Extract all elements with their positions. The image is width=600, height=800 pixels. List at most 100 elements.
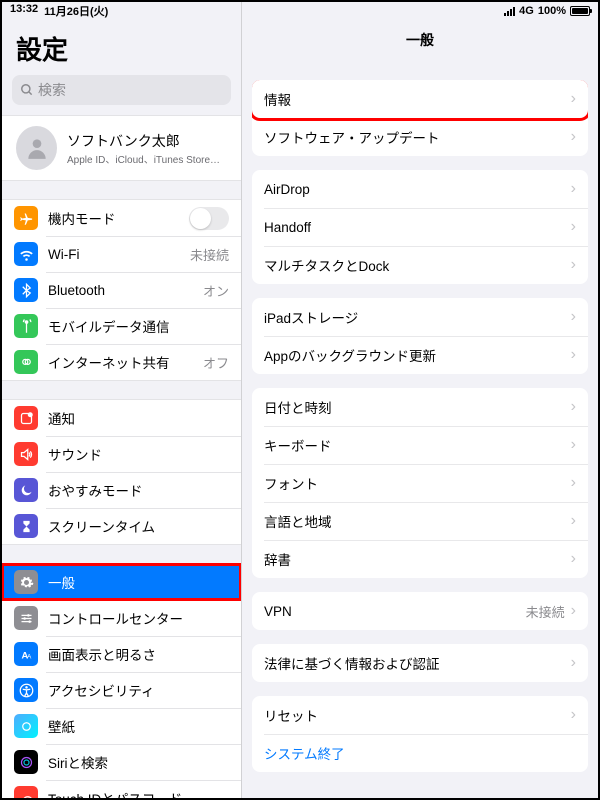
sidebar-item-label: 機内モード — [48, 208, 189, 228]
detail-row-label: Handoff — [264, 220, 571, 235]
detail-row-about[interactable]: 情報 › — [252, 80, 588, 118]
search-placeholder: 検索 — [38, 80, 66, 100]
detail-pane: 一般 情報 › ソフトウェア・アップデート › AirDrop› Handoff… — [242, 2, 598, 798]
detail-row-label: ソフトウェア・アップデート — [264, 127, 571, 147]
chevron-right-icon: › — [571, 512, 576, 530]
detail-title: 一般 — [242, 24, 598, 66]
display-icon: AA — [14, 642, 38, 666]
detail-row-reset[interactable]: リセット› — [252, 696, 588, 734]
gear-icon — [14, 570, 38, 594]
sidebar-item-display[interactable]: AA 画面表示と明るさ — [2, 636, 241, 672]
detail-row-font[interactable]: フォント› — [252, 464, 588, 502]
chevron-right-icon: › — [571, 436, 576, 454]
chevron-right-icon: › — [571, 550, 576, 568]
sidebar-item-label: おやすみモード — [48, 480, 229, 500]
detail-row-shutdown[interactable]: システム終了 — [252, 734, 588, 772]
detail-row-vpn[interactable]: VPN 未接続 › — [252, 592, 588, 630]
sidebar-item-siri[interactable]: Siriと検索 — [2, 744, 241, 780]
detail-row-software-update[interactable]: ソフトウェア・アップデート › — [252, 118, 588, 156]
sidebar-item-accessibility[interactable]: アクセシビリティ — [2, 672, 241, 708]
avatar-icon — [16, 126, 57, 170]
chevron-right-icon: › — [571, 90, 576, 108]
sidebar-item-bluetooth[interactable]: Bluetooth オン — [2, 272, 241, 308]
sidebar-item-label: Wi-Fi — [48, 247, 190, 262]
detail-row-bg-refresh[interactable]: Appのバックグラウンド更新› — [252, 336, 588, 374]
detail-row-label: システム終了 — [264, 743, 576, 763]
sidebar-item-label: Bluetooth — [48, 283, 203, 298]
settings-sidebar: 設定 検索 ソフトバンク太郎 Apple ID、iCloud、iTunes St… — [2, 2, 242, 798]
account-name: ソフトバンク太郎 — [67, 131, 227, 151]
battery-icon — [570, 6, 590, 16]
chevron-right-icon: › — [571, 474, 576, 492]
sidebar-item-screentime[interactable]: スクリーンタイム — [2, 508, 241, 544]
sidebar-item-label: アクセシビリティ — [48, 680, 229, 700]
sidebar-item-airplane[interactable]: 機内モード — [2, 200, 241, 236]
moon-icon — [14, 478, 38, 502]
status-bar: 13:32 11月26日(火) 4G 100% — [2, 2, 598, 20]
notifications-icon — [14, 406, 38, 430]
account-sub: Apple ID、iCloud、iTunes Storeと... — [67, 151, 227, 166]
sidebar-item-label: モバイルデータ通信 — [48, 316, 229, 336]
sidebar-item-label: 一般 — [48, 572, 229, 592]
detail-row-label: 辞書 — [264, 549, 571, 569]
chevron-right-icon: › — [571, 256, 576, 274]
hourglass-icon — [14, 514, 38, 538]
sliders-icon — [14, 606, 38, 630]
airplane-toggle[interactable] — [189, 207, 229, 230]
sidebar-item-hotspot[interactable]: インターネット共有 オフ — [2, 344, 241, 380]
status-time: 13:32 — [10, 3, 38, 19]
sidebar-item-touchid[interactable]: Touch IDとパスコード — [2, 780, 241, 798]
touchid-icon — [14, 786, 38, 798]
detail-row-airdrop[interactable]: AirDrop› — [252, 170, 588, 208]
sidebar-item-label: 壁紙 — [48, 716, 229, 736]
detail-row-label: Appのバックグラウンド更新 — [264, 345, 571, 365]
carrier-label: 4G — [519, 5, 534, 17]
detail-row-label: フォント — [264, 473, 571, 493]
sidebar-item-sound[interactable]: サウンド — [2, 436, 241, 472]
hotspot-icon — [14, 350, 38, 374]
search-icon — [20, 83, 34, 97]
detail-row-dictionary[interactable]: 辞書› — [252, 540, 588, 578]
sidebar-item-label: Siriと検索 — [48, 752, 229, 772]
sidebar-item-notifications[interactable]: 通知 — [2, 400, 241, 436]
siri-icon — [14, 750, 38, 774]
detail-row-value: 未接続 — [526, 602, 565, 621]
sidebar-item-label: サウンド — [48, 444, 229, 464]
sidebar-item-label: 通知 — [48, 408, 229, 428]
detail-row-keyboard[interactable]: キーボード› — [252, 426, 588, 464]
detail-row-label: 法律に基づく情報および認証 — [264, 653, 571, 673]
detail-row-label: VPN — [264, 604, 526, 619]
sidebar-item-general[interactable]: 一般 — [2, 564, 241, 600]
search-input[interactable]: 検索 — [12, 75, 231, 105]
detail-row-legal[interactable]: 法律に基づく情報および認証› — [252, 644, 588, 682]
detail-row-datetime[interactable]: 日付と時刻› — [252, 388, 588, 426]
detail-row-language[interactable]: 言語と地域› — [252, 502, 588, 540]
sidebar-item-wifi[interactable]: Wi-Fi 未接続 — [2, 236, 241, 272]
detail-row-label: リセット — [264, 705, 571, 725]
sidebar-item-dnd[interactable]: おやすみモード — [2, 472, 241, 508]
detail-row-label: マルチタスクとDock — [264, 255, 571, 275]
detail-row-multitask[interactable]: マルチタスクとDock› — [252, 246, 588, 284]
detail-row-label: 日付と時刻 — [264, 397, 571, 417]
detail-row-handoff[interactable]: Handoff› — [252, 208, 588, 246]
svg-text:A: A — [27, 653, 32, 660]
sidebar-item-label: 画面表示と明るさ — [48, 644, 229, 664]
sidebar-item-label: Touch IDとパスコード — [48, 788, 229, 798]
detail-row-label: AirDrop — [264, 182, 571, 197]
chevron-right-icon: › — [571, 706, 576, 724]
sidebar-item-control-center[interactable]: コントロールセンター — [2, 600, 241, 636]
detail-row-label: キーボード — [264, 435, 571, 455]
sidebar-item-label: スクリーンタイム — [48, 516, 229, 536]
sidebar-item-label: インターネット共有 — [48, 352, 203, 372]
sound-icon — [14, 442, 38, 466]
apple-id-row[interactable]: ソフトバンク太郎 Apple ID、iCloud、iTunes Storeと..… — [2, 115, 241, 181]
sidebar-item-cellular[interactable]: モバイルデータ通信 — [2, 308, 241, 344]
sidebar-item-value: オフ — [203, 353, 229, 372]
sidebar-item-wallpaper[interactable]: 壁紙 — [2, 708, 241, 744]
sidebar-item-label: コントロールセンター — [48, 608, 229, 628]
airplane-icon — [14, 206, 38, 230]
chevron-right-icon: › — [571, 128, 576, 146]
battery-label: 100% — [538, 5, 566, 17]
detail-row-storage[interactable]: iPadストレージ› — [252, 298, 588, 336]
sidebar-item-value: 未接続 — [190, 245, 229, 264]
